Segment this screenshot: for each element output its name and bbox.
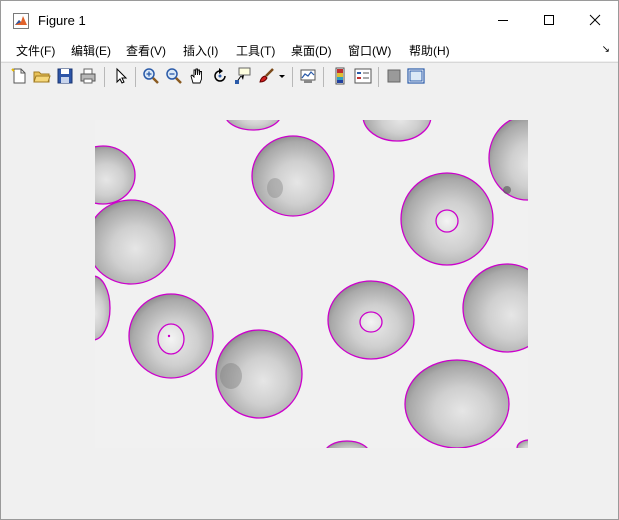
matlab-logo-icon: [13, 13, 29, 29]
menu-file[interactable]: 文件(F): [16, 42, 55, 59]
toolbar-separator: [378, 67, 379, 87]
pointer-icon[interactable]: [112, 67, 130, 85]
figure-canvas: [1, 91, 618, 519]
menu-edit[interactable]: 编辑(E): [71, 42, 111, 59]
brush-dropdown-icon[interactable]: [277, 67, 287, 85]
menu-tools[interactable]: 工具(T): [236, 42, 275, 59]
zoom-in-icon[interactable]: [142, 67, 160, 85]
open-icon[interactable]: [33, 67, 51, 85]
zoom-out-icon[interactable]: [165, 67, 183, 85]
image-axes[interactable]: [95, 120, 528, 448]
pan-hand-icon[interactable]: [188, 67, 206, 85]
menu-help[interactable]: 帮助(H): [409, 42, 450, 59]
data-cursor-icon[interactable]: [234, 67, 252, 85]
new-figure-icon[interactable]: [10, 67, 28, 85]
toolbar-separator: [292, 67, 293, 87]
toolbar-separator: [104, 67, 105, 87]
menu-insert[interactable]: 插入(I): [183, 42, 218, 59]
figure-window: Figure 1 文件(F) 编辑(E) 查看(V) 插入(I) 工具(T) 桌…: [0, 0, 619, 520]
hide-plot-tools-icon[interactable]: [385, 67, 403, 85]
minimize-icon: [498, 20, 508, 21]
maximize-icon: [544, 15, 554, 25]
toolbar-separator: [135, 67, 136, 87]
menu-desktop[interactable]: 桌面(D): [291, 42, 332, 59]
figure-toolbar: [1, 62, 618, 92]
close-button[interactable]: [572, 1, 618, 39]
close-icon: [589, 14, 601, 26]
maximize-button[interactable]: [526, 1, 572, 39]
print-icon[interactable]: [79, 67, 97, 85]
colorbar-icon[interactable]: [331, 67, 349, 85]
menu-window[interactable]: 窗口(W): [348, 42, 391, 59]
toolbar-separator: [323, 67, 324, 87]
minimize-button[interactable]: [480, 1, 526, 39]
menu-bar: 文件(F) 编辑(E) 查看(V) 插入(I) 工具(T) 桌面(D) 窗口(W…: [1, 39, 618, 61]
rotate-3d-icon[interactable]: [211, 67, 229, 85]
dock-arrow-icon[interactable]: ↘: [602, 44, 610, 55]
blood-cell-image: [95, 120, 528, 448]
link-plot-icon[interactable]: [299, 67, 317, 85]
brush-icon[interactable]: [257, 67, 275, 85]
title-bar[interactable]: Figure 1: [1, 1, 618, 39]
menu-view[interactable]: 查看(V): [126, 42, 166, 59]
window-title: Figure 1: [38, 13, 86, 28]
save-icon[interactable]: [56, 67, 74, 85]
show-plot-tools-icon[interactable]: [407, 67, 425, 85]
legend-icon[interactable]: [354, 67, 372, 85]
